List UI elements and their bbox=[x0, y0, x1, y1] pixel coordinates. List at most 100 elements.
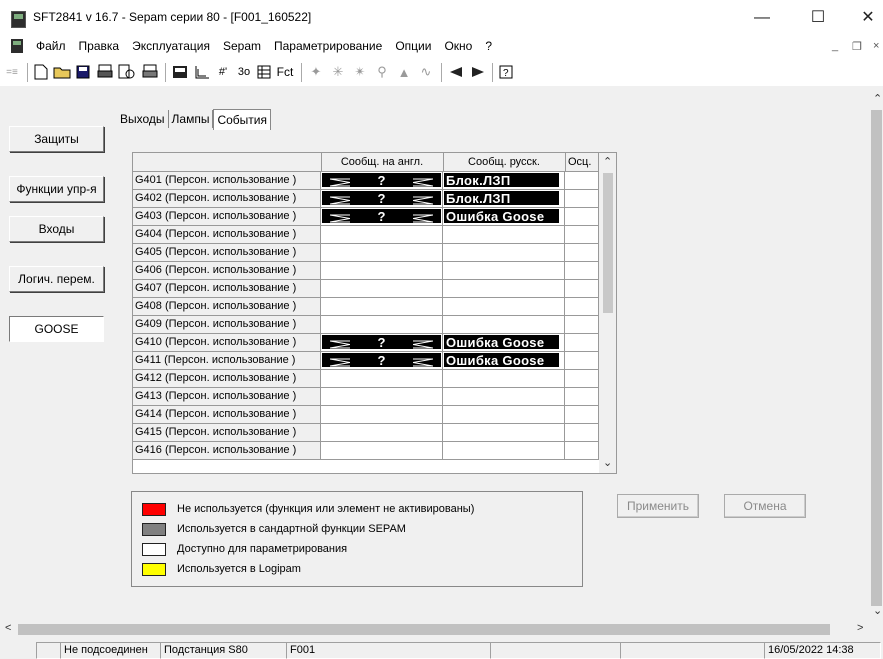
english-message-cell[interactable] bbox=[321, 298, 443, 316]
table-row[interactable]: G403 (Персон. использование )? Ошибка Goo… bbox=[133, 208, 616, 226]
english-message-cell[interactable] bbox=[321, 370, 443, 388]
oscillography-cell[interactable] bbox=[565, 316, 599, 334]
table-row[interactable]: G405 (Персон. использование ) bbox=[133, 244, 616, 262]
english-message-cell[interactable]: ? bbox=[321, 334, 443, 352]
sidebar-button-inputs[interactable]: Входы bbox=[9, 216, 104, 242]
table-row[interactable]: G406 (Персон. использование ) bbox=[133, 262, 616, 280]
scroll-right-icon[interactable]: > bbox=[857, 622, 863, 634]
english-message-cell[interactable] bbox=[321, 442, 443, 460]
english-message-cell[interactable] bbox=[321, 424, 443, 442]
grid-header-russian[interactable]: Сообщ. русск. bbox=[443, 153, 566, 171]
document-icon[interactable] bbox=[11, 39, 23, 53]
scroll-left-icon[interactable]: < bbox=[5, 622, 11, 634]
russian-message-cell[interactable] bbox=[443, 388, 565, 406]
table-row[interactable]: G409 (Персон. использование ) bbox=[133, 316, 616, 334]
table-row[interactable]: G416 (Персон. использование ) bbox=[133, 442, 616, 460]
sidebar-button-protection[interactable]: Защиты bbox=[9, 126, 104, 152]
curve-icon[interactable] bbox=[192, 62, 212, 82]
main-vertical-scrollbar[interactable]: ⌃ ⌄ bbox=[870, 86, 883, 621]
fct-button[interactable]: Fct bbox=[273, 62, 297, 82]
print-preview-icon[interactable] bbox=[117, 62, 137, 82]
english-message-cell[interactable] bbox=[321, 244, 443, 262]
scroll-up-icon[interactable]: ⌃ bbox=[603, 155, 612, 168]
table-row[interactable]: G415 (Персон. использование ) bbox=[133, 424, 616, 442]
table-row[interactable]: G404 (Персон. использование ) bbox=[133, 226, 616, 244]
tab-lamps[interactable]: Лампы bbox=[169, 110, 214, 128]
print-setup-icon[interactable] bbox=[140, 62, 160, 82]
english-message-cell[interactable]: ? bbox=[321, 352, 443, 370]
menu-sepam[interactable]: Sepam bbox=[223, 39, 261, 53]
main-vscroll-thumb[interactable] bbox=[871, 110, 882, 606]
table-row[interactable]: G412 (Персон. использование ) bbox=[133, 370, 616, 388]
russian-message-cell[interactable] bbox=[443, 442, 565, 460]
english-message-cell[interactable] bbox=[321, 316, 443, 334]
table-row[interactable]: G411 (Персон. использование )? Ошибка Goo… bbox=[133, 352, 616, 370]
oscillography-cell[interactable] bbox=[565, 406, 599, 424]
table-row[interactable]: G407 (Персон. использование ) bbox=[133, 280, 616, 298]
russian-message-cell[interactable] bbox=[443, 424, 565, 442]
oscillography-cell[interactable] bbox=[565, 190, 599, 208]
grid-scrollbar[interactable]: ⌃ ⌄ bbox=[599, 153, 616, 473]
english-message-cell[interactable]: ? bbox=[321, 172, 443, 190]
menu-options[interactable]: Опции bbox=[395, 39, 431, 53]
connect-icon[interactable]: =≡ bbox=[2, 62, 22, 82]
sun-icon[interactable]: ✳ bbox=[328, 62, 348, 82]
new-file-icon[interactable] bbox=[32, 62, 50, 82]
tab-outputs[interactable]: Выходы bbox=[117, 110, 169, 128]
russian-message-cell[interactable] bbox=[443, 298, 565, 316]
english-message-cell[interactable] bbox=[321, 388, 443, 406]
close-button[interactable]: ✕ bbox=[845, 4, 883, 32]
sidebar-button-logic-variables[interactable]: Логич. перем. bbox=[9, 266, 104, 292]
warning-icon[interactable]: ▲ bbox=[394, 62, 414, 82]
russian-message-cell[interactable]: Блок.ЛЗП bbox=[443, 172, 565, 190]
logic-icon[interactable]: 3o bbox=[234, 62, 254, 82]
open-folder-icon[interactable] bbox=[52, 62, 72, 82]
main-hscroll-thumb[interactable] bbox=[18, 624, 830, 635]
mdi-close-button[interactable]: × bbox=[873, 40, 879, 52]
print-icon[interactable] bbox=[95, 62, 115, 82]
oscillography-cell[interactable] bbox=[565, 208, 599, 226]
english-message-cell[interactable] bbox=[321, 226, 443, 244]
english-message-cell[interactable] bbox=[321, 280, 443, 298]
russian-message-cell[interactable] bbox=[443, 280, 565, 298]
next-icon[interactable] bbox=[468, 62, 488, 82]
prev-icon[interactable] bbox=[446, 62, 466, 82]
table-row[interactable]: G408 (Персон. использование ) bbox=[133, 298, 616, 316]
table-row[interactable]: G410 (Персон. использование )? Ошибка Goo… bbox=[133, 334, 616, 352]
menu-file[interactable]: Файл bbox=[36, 39, 66, 53]
russian-message-cell[interactable]: Ошибка Goose bbox=[443, 334, 565, 352]
help-icon[interactable]: ? bbox=[496, 62, 516, 82]
save-icon[interactable] bbox=[74, 62, 92, 82]
english-message-cell[interactable] bbox=[321, 262, 443, 280]
table-row[interactable]: G401 (Персон. использование )? Блок.ЛЗП bbox=[133, 172, 616, 190]
oscillography-cell[interactable] bbox=[565, 262, 599, 280]
menu-edit[interactable]: Правка bbox=[79, 39, 120, 53]
waveform-icon[interactable]: ∿ bbox=[416, 62, 436, 82]
grid-scroll-thumb[interactable] bbox=[603, 173, 613, 313]
menu-settings[interactable]: Параметрирование bbox=[274, 39, 382, 53]
russian-message-cell[interactable] bbox=[443, 316, 565, 334]
oscillography-cell[interactable] bbox=[565, 172, 599, 190]
russian-message-cell[interactable] bbox=[443, 244, 565, 262]
scroll-down-icon[interactable]: ⌄ bbox=[603, 456, 612, 469]
oscillography-cell[interactable] bbox=[565, 334, 599, 352]
sidebar-button-goose[interactable]: GOOSE bbox=[9, 316, 104, 342]
scroll-up-icon[interactable]: ⌃ bbox=[873, 92, 882, 105]
apply-button[interactable]: Применить bbox=[617, 494, 699, 518]
oscillography-cell[interactable] bbox=[565, 388, 599, 406]
scroll-down-icon[interactable]: ⌄ bbox=[873, 604, 882, 617]
russian-message-cell[interactable]: Ошибка Goose bbox=[443, 352, 565, 370]
russian-message-cell[interactable]: Блок.ЛЗП bbox=[443, 190, 565, 208]
table-row[interactable]: G414 (Персон. использование ) bbox=[133, 406, 616, 424]
oscillography-cell[interactable] bbox=[565, 226, 599, 244]
menu-operation[interactable]: Эксплуатация bbox=[132, 39, 210, 53]
wrench-icon[interactable]: ✦ bbox=[306, 62, 326, 82]
oscillography-cell[interactable] bbox=[565, 370, 599, 388]
russian-message-cell[interactable]: Ошибка Goose bbox=[443, 208, 565, 226]
oscillography-cell[interactable] bbox=[565, 244, 599, 262]
table-row[interactable]: G402 (Персон. использование )? Блок.ЛЗП bbox=[133, 190, 616, 208]
table-icon[interactable] bbox=[255, 62, 273, 82]
oscillography-cell[interactable] bbox=[565, 298, 599, 316]
menu-window[interactable]: Окно bbox=[444, 39, 472, 53]
english-message-cell[interactable] bbox=[321, 406, 443, 424]
